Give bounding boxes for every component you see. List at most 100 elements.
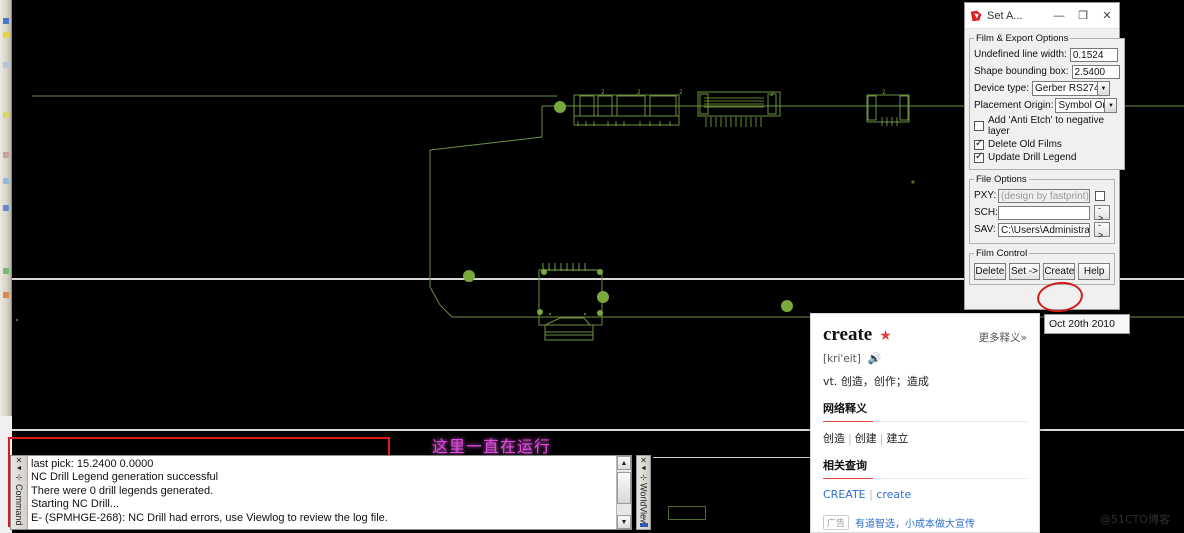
palette-icon-2[interactable]: [3, 32, 9, 38]
file-options-group: File Options PXY: (design by fastprint) …: [969, 174, 1115, 244]
command-console-panel[interactable]: ✕ ◄ ⊹ Command last pick: 15.2400 0.0000 …: [10, 455, 632, 530]
console-line: Starting NC Drill...: [31, 498, 120, 511]
star-icon[interactable]: ★: [879, 328, 892, 344]
worldview-handle-icon[interactable]: [640, 523, 648, 527]
speaker-icon[interactable]: 🔊: [868, 352, 882, 365]
undefined-line-width-label: Undefined line width:: [974, 49, 1067, 60]
device-type-row: Device type: Gerber RS274X ▼: [974, 81, 1120, 96]
related-queries-heading: 相关查询: [823, 459, 867, 472]
palette-icon-8[interactable]: [3, 268, 9, 274]
film-export-legend: Film & Export Options: [976, 33, 1069, 44]
placement-origin-select[interactable]: Symbol Origin ▼: [1055, 98, 1118, 113]
palette-icon-7[interactable]: [3, 205, 9, 211]
set-artwork-dialog[interactable]: Set A... — ❐ ✕ Film & Export Options Und…: [964, 2, 1125, 310]
placement-origin-row: Placement Origin: Symbol Origin ▼: [974, 98, 1120, 113]
palette-icon-1[interactable]: [3, 18, 9, 24]
maximize-icon[interactable]: ❐: [1071, 4, 1095, 28]
console-line: NC Drill Legend generation successful: [31, 471, 219, 484]
related-queries-list: CREATE | create: [823, 488, 912, 501]
palette-icon-4[interactable]: [3, 112, 9, 118]
worldview-title-label: WorldView: [638, 483, 649, 526]
sch-row: SCH: ->: [974, 203, 1110, 223]
anti-etch-checkbox[interactable]: [974, 121, 984, 131]
sch-input[interactable]: [998, 205, 1090, 220]
file-options-legend: File Options: [976, 174, 1027, 185]
worldview-tab-strip[interactable]: ✕ ◄ ⊹ WorldView: [636, 455, 651, 530]
delete-button[interactable]: Delete: [974, 263, 1006, 280]
collapse-icon[interactable]: ◄: [16, 465, 23, 473]
worldview-pin-icon[interactable]: ⊹: [640, 473, 647, 482]
svg-text:2: 2: [882, 89, 886, 96]
worldview-viewport-rect[interactable]: [668, 506, 706, 520]
section-divider: [823, 421, 1027, 422]
worldview-close-icon[interactable]: ✕: [640, 457, 647, 465]
scrollbar-thumb[interactable]: [617, 472, 631, 504]
palette-icon-3[interactable]: [3, 62, 9, 68]
delete-old-films-checkbox[interactable]: [974, 138, 984, 150]
web-term[interactable]: 建立: [886, 432, 908, 445]
ad-text[interactable]: 有道智选，小成本做大宣传: [855, 515, 975, 530]
film-export-options-group: Film & Export Options Undefined line wid…: [969, 33, 1125, 170]
close-icon[interactable]: ✕: [16, 457, 23, 465]
sch-browse-button[interactable]: ->: [1094, 203, 1110, 223]
chevron-down-icon[interactable]: ▼: [1097, 82, 1110, 95]
delete-old-films-row[interactable]: Delete Old Films: [974, 138, 1120, 150]
console-scrollbar[interactable]: ▲ ▼: [616, 456, 631, 529]
scrollbar-track[interactable]: [617, 470, 631, 515]
running-annotation: 这里一直在运行: [432, 437, 552, 456]
palette-icon-9[interactable]: [3, 292, 9, 298]
sav-browse-button[interactable]: ->: [1094, 220, 1110, 240]
svg-text:2: 2: [770, 91, 774, 98]
update-drill-legend-row[interactable]: Update Drill Legend: [974, 151, 1120, 163]
advertisement-row[interactable]: 广告 有道智选，小成本做大宣传: [823, 515, 975, 530]
update-drill-legend-checkbox[interactable]: [974, 151, 984, 163]
dictionary-popup[interactable]: create ★ 更多释义» [kri'eit] 🔊 vt. 创造，创作；造成 …: [810, 313, 1040, 533]
shape-bounding-box-input[interactable]: 2.5400: [1071, 64, 1120, 79]
web-terms-list: 创造 | 创建 | 建立: [823, 432, 909, 445]
more-definitions-link[interactable]: 更多释义»: [979, 330, 1027, 345]
pxy-checkbox[interactable]: [1095, 190, 1105, 201]
set-button[interactable]: Set ->: [1008, 263, 1041, 280]
section-divider: [823, 478, 1027, 479]
device-type-label: Device type:: [974, 83, 1030, 94]
anti-etch-checkbox-row[interactable]: Add 'Anti Etch' to negative layer: [974, 115, 1120, 137]
phonetic-text: [kri'eit]: [823, 352, 861, 365]
palette-icon-5[interactable]: [3, 152, 9, 158]
film-control-legend: Film Control: [976, 248, 1028, 259]
palette-icon-6[interactable]: [3, 178, 9, 184]
console-log-text: last pick: 15.2400 0.0000 NC Drill Legen…: [28, 456, 616, 529]
dialog-title-bar[interactable]: Set A... — ❐ ✕: [965, 3, 1119, 29]
worldview-collapse-icon[interactable]: ◄: [640, 465, 647, 473]
film-control-group: Film Control Delete Set -> Create Help: [969, 248, 1115, 285]
console-line: E- (SPMHGE-268): NC Drill had errors, us…: [31, 511, 388, 524]
app-icon: [970, 10, 982, 21]
pin-icon[interactable]: ⊹: [16, 473, 23, 482]
date-tooltip: Oct 20th 2010: [1044, 314, 1130, 334]
update-drill-legend-label: Update Drill Legend: [988, 152, 1077, 163]
sav-row: SAV: C:\Users\Administrator\I ->: [974, 220, 1110, 240]
vertical-tool-palette[interactable]: [0, 0, 12, 416]
chevron-down-icon[interactable]: ▼: [1104, 99, 1117, 112]
svg-text:2: 2: [637, 89, 641, 96]
web-term[interactable]: 创建: [855, 432, 877, 445]
sav-input[interactable]: C:\Users\Administrator\I: [998, 222, 1090, 237]
minimize-icon[interactable]: —: [1047, 4, 1071, 28]
pxy-row: PXY: (design by fastprint): [974, 188, 1110, 203]
close-icon[interactable]: ✕: [1095, 4, 1119, 28]
web-definitions-heading: 网络释义: [823, 402, 867, 415]
help-button[interactable]: Help: [1078, 263, 1110, 280]
undefined-line-width-input[interactable]: 0.1524: [1069, 47, 1118, 62]
dictionary-word: create: [823, 324, 873, 345]
create-button[interactable]: Create: [1043, 263, 1076, 280]
scroll-up-icon[interactable]: ▲: [617, 456, 631, 470]
svg-text:2: 2: [601, 89, 605, 96]
pxy-input[interactable]: (design by fastprint): [998, 188, 1090, 203]
worldview-canvas[interactable]: [653, 457, 830, 533]
device-type-select[interactable]: Gerber RS274X ▼: [1032, 81, 1111, 96]
related-query[interactable]: CREATE: [823, 488, 866, 501]
console-gutter[interactable]: ✕ ◄ ⊹ Command: [11, 456, 28, 529]
console-title-label: Command: [14, 484, 24, 526]
web-term[interactable]: 创造: [823, 432, 845, 445]
scroll-down-icon[interactable]: ▼: [617, 515, 631, 529]
related-query[interactable]: create: [876, 488, 911, 501]
